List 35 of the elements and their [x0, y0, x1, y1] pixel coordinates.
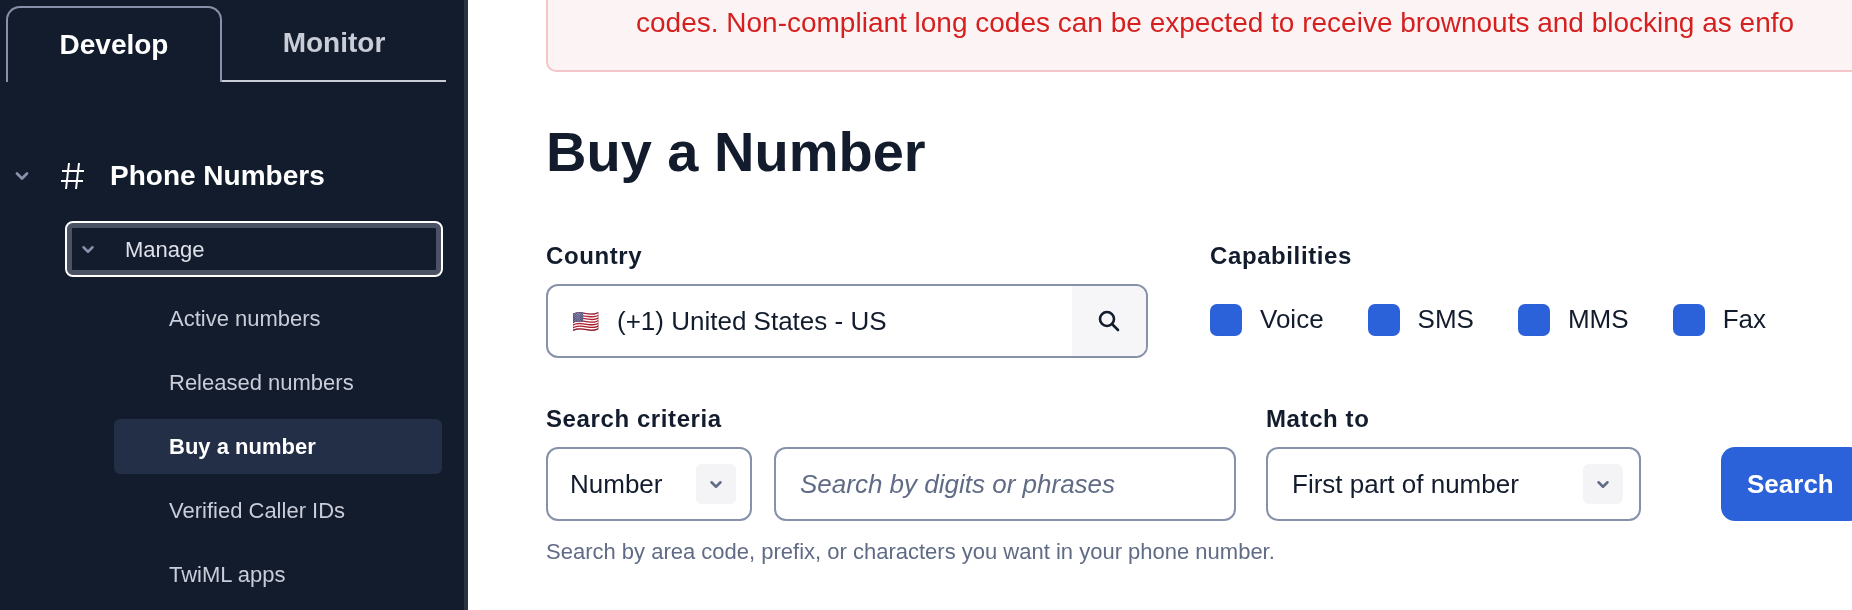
nav-item[interactable]: TwiML apps — [114, 547, 442, 602]
search-icon[interactable] — [1097, 309, 1121, 333]
checkbox[interactable] — [1672, 303, 1705, 336]
search-button[interactable]: Search — [1721, 447, 1852, 521]
field-label: Search criteria — [546, 404, 723, 434]
chevron-down-icon — [1596, 479, 1610, 489]
nav-item[interactable]: Released numbers — [114, 355, 442, 410]
field-label: Country — [546, 241, 644, 271]
match-select[interactable]: First part of number — [1266, 447, 1641, 521]
criteria-select[interactable]: Number — [546, 447, 752, 521]
nav-item[interactable]: Active numbers — [114, 291, 442, 346]
checkbox[interactable] — [1210, 303, 1242, 336]
flag-icon: 🇺🇸 — [572, 304, 599, 338]
nav-item[interactable]: Verified Caller IDs — [114, 483, 442, 538]
hash-icon — [60, 161, 86, 191]
banner-text: codes. Non-compliant long codes can be expected to receive brownouts and blocking as enfo — [636, 7, 1795, 38]
help-text: Search by area code, prefix, or characters you want in your phone number. — [546, 538, 1276, 566]
country-value: (+1) United States - US — [617, 304, 888, 338]
capability-checkbox[interactable]: SMS — [1367, 300, 1474, 339]
chevron-down-icon — [709, 479, 723, 489]
checkbox[interactable] — [1517, 303, 1550, 336]
search-field[interactable]: Search by digits or phrases — [774, 447, 1236, 521]
tab[interactable]: Develop — [6, 6, 222, 82]
capability-checkbox[interactable]: Voice — [1210, 300, 1324, 339]
page-title: Buy a Number — [546, 119, 927, 185]
country-field[interactable]: 🇺🇸 (+1) United States - US — [546, 284, 1148, 358]
section-header[interactable]: Phone Numbers — [14, 154, 464, 198]
tab[interactable]: Monitor — [222, 6, 446, 82]
capability-checkbox[interactable]: Fax — [1672, 300, 1766, 339]
nav-item[interactable]: Buy a number — [114, 419, 442, 474]
field-label: Capabilities — [1210, 241, 1353, 271]
checkbox[interactable] — [1367, 303, 1400, 336]
manage-item[interactable]: Manage — [65, 221, 443, 277]
capability-checkbox[interactable]: MMS — [1517, 300, 1629, 339]
field-label: Match to — [1266, 404, 1371, 434]
